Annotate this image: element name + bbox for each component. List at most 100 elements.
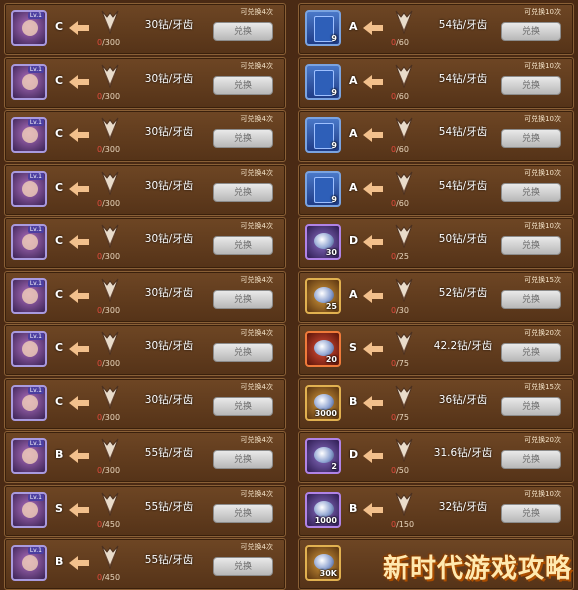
portrait-face [22,127,38,143]
scroll-icon[interactable]: 2 [305,438,341,474]
tooth-progress: 0/300 [97,413,120,422]
hero-portrait-icon[interactable]: Lv.1 [11,63,47,100]
card-icon[interactable]: 9 [305,10,341,46]
exchange-button[interactable]: 兑换 [213,289,273,309]
exchange-button[interactable]: 兑换 [213,236,273,255]
hero-portrait-icon[interactable]: Lv.1 [11,545,47,581]
arrow-left-icon [69,74,89,89]
exchange-button[interactable]: 兑换 [501,75,561,95]
price-label: 30钻/牙齿 [144,179,194,192]
card-icon[interactable]: 9 [305,117,341,153]
exchange-button[interactable]: 兑换 [213,503,273,523]
exchange-button[interactable]: 兑换 [501,289,561,309]
hero-portrait-icon[interactable]: Lv.1 [11,224,47,260]
exchange-button[interactable]: 兑换 [213,396,273,416]
exchange-button[interactable]: 兑换 [213,75,273,95]
hero-portrait-icon[interactable]: Lv.1 [11,384,47,421]
portrait-face [22,180,38,197]
hero-portrait-icon[interactable]: Lv.1 [11,277,47,314]
tooth-required: /300 [102,252,121,261]
exchange-button[interactable]: 兑换 [213,557,273,576]
tooth-progress: 0/300 [97,306,120,315]
card-icon[interactable]: 9 [305,170,341,207]
level-badge: Lv.1 [27,493,44,501]
exchange-row: Lv.1 C 0/300 30钻/牙齿 可兑换4次 兑换 [4,56,286,109]
tooth-progress: 0/75 [391,413,409,422]
exchange-button[interactable]: 兑换 [501,182,561,202]
exchange-button[interactable]: 兑换 [213,343,273,362]
tooth-icon [393,223,415,249]
item-shape [314,393,334,410]
grade-label: A [349,73,358,87]
tooth-icon [393,170,415,196]
exchange-button[interactable]: 兑换 [213,450,273,469]
price-label: 30钻/牙齿 [144,340,194,352]
item-shape [314,340,334,356]
gold-coin-icon[interactable]: 30K [305,545,341,581]
card-icon[interactable]: 9 [305,63,341,100]
exchange-button[interactable]: 兑换 [501,22,561,41]
item-count: 30 [325,248,337,257]
arrow-left-icon [363,21,383,35]
hero-portrait-icon[interactable]: Lv.1 [11,491,47,528]
price-label: 31.6钻/牙齿 [433,447,493,459]
tooth-progress: 0/300 [97,359,120,368]
exchange-button[interactable]: 兑换 [213,182,273,202]
exchange-button[interactable]: 兑换 [213,22,273,41]
watermark-text: 新时代游戏攻略 [382,554,572,584]
exchange-button[interactable]: 兑换 [501,503,561,523]
exchange-button[interactable]: 兑换 [213,129,273,148]
tooth-icon [393,63,415,89]
treasure-icon[interactable]: 20 [305,331,341,367]
exchange-button[interactable]: 兑换 [501,236,561,255]
portrait-face [22,341,38,357]
exchange-button[interactable]: 兑换 [501,343,561,362]
price-label: 30钻/牙齿 [144,393,194,406]
hero-portrait-icon[interactable]: Lv.1 [11,10,47,46]
exchange-row: Lv.1 C 0/300 30钻/牙齿 可兑换4次 兑换 [4,217,286,269]
price-label: 52钻/牙齿 [438,286,488,299]
hero-portrait-icon[interactable]: Lv.1 [11,170,47,207]
arrow-left-icon [69,181,89,196]
tooth-icon [99,63,121,89]
tooth-required: /300 [102,91,121,101]
tooth-icon [99,277,121,303]
item-shape [314,286,334,303]
exchange-button[interactable]: 兑换 [501,129,561,148]
tooth-progress: 0/30 [391,306,409,315]
bronze-medal-icon[interactable]: 3000 [305,384,341,421]
price-label: 55钻/牙齿 [144,447,194,459]
exchange-row: Lv.1 B 0/300 55钻/牙齿 可兑换4次 兑换 [4,431,286,483]
portrait-face [22,234,38,250]
potion-icon[interactable]: 1000 [305,491,341,528]
exchange-row: 9 A 0/60 54钻/牙齿 可兑换10次 兑换 [298,3,574,55]
exchange-button[interactable]: 兑换 [501,450,561,469]
exchange-limit: 可兑换4次 [240,382,273,391]
level-badge: Lv.1 [27,12,44,19]
gold-ring-icon[interactable]: 25 [305,277,341,314]
grade-label: C [55,127,64,140]
exchange-limit: 可兑换10次 [524,115,561,123]
exchange-row: 9 A 0/60 54钻/牙齿 可兑换10次 兑换 [298,56,574,109]
arrow-left-icon [363,235,383,249]
tooth-icon [393,277,415,303]
hero-portrait-icon[interactable]: Lv.1 [11,117,47,153]
arrow-left-icon [363,181,383,196]
gem-icon[interactable]: 30 [305,224,341,260]
item-shape [314,500,334,517]
tooth-progress: 0/25 [391,252,409,261]
hero-portrait-icon[interactable]: Lv.1 [11,438,47,474]
exchange-button[interactable]: 兑换 [501,396,561,416]
tooth-required: /75 [396,359,409,368]
item-shape [314,233,334,249]
hero-portrait-icon[interactable]: Lv.1 [11,331,47,367]
exchange-row: Lv.1 C 0/300 30钻/牙齿 可兑换4次 兑换 [4,163,286,216]
exchange-limit: 可兑换10次 [524,8,561,16]
tooth-progress: 0/300 [97,466,120,475]
tooth-required: /150 [396,519,415,529]
exchange-limit: 可兑换20次 [524,329,561,337]
tooth-icon [99,491,121,517]
exchange-limit: 可兑换10次 [524,168,561,177]
price-label: 30钻/牙齿 [144,233,194,245]
grade-label: C [55,287,64,301]
